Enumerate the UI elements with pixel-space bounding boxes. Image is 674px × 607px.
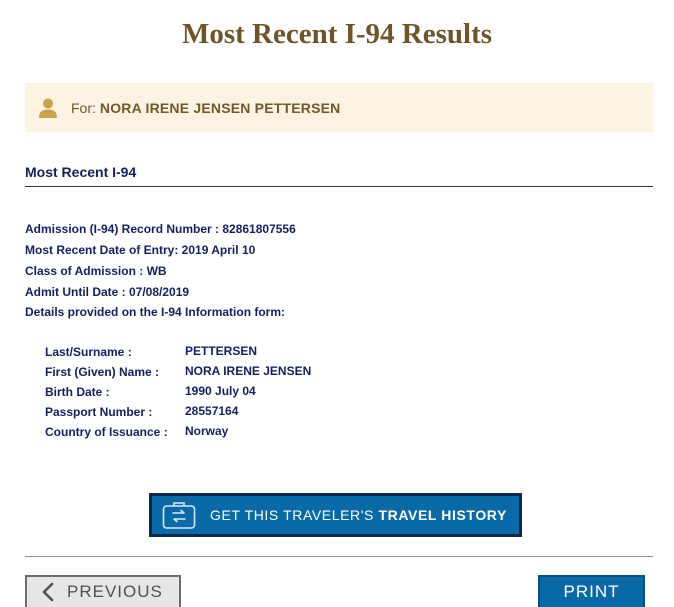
section-divider [25, 186, 653, 187]
traveler-banner: For: NORA IRENE JENSEN PETTERSEN [25, 83, 653, 132]
birth-date-label: Birth Date : [45, 385, 110, 399]
print-button[interactable]: PRINT [538, 575, 645, 607]
record-number-line: Admission (I-94) Record Number : 8286180… [25, 222, 296, 236]
user-icon [39, 98, 57, 118]
chevron-left-icon [42, 582, 54, 602]
admit-until-line: Admit Until Date : 07/08/2019 [25, 285, 190, 299]
given-name-label: First (Given) Name : [45, 365, 160, 379]
travel-history-prefix: GET THIS TRAVELER'S [210, 507, 374, 523]
suitcase-icon [162, 502, 196, 529]
given-name-value: NORA IRENE JENSEN [185, 364, 312, 378]
entry-date-line: Most Recent Date of Entry: 2019 April 10 [25, 243, 256, 257]
previous-button[interactable]: PREVIOUS [25, 575, 181, 607]
travel-history-button[interactable]: GET THIS TRAVELER'S TRAVEL HISTORY [149, 493, 522, 537]
print-label: PRINT [563, 582, 620, 601]
class-of-admission-line: Class of Admission : WB [25, 264, 167, 278]
passport-number-value: 28557164 [185, 404, 239, 418]
footer-divider [25, 556, 653, 557]
previous-label: PREVIOUS [67, 582, 163, 601]
passport-number-label: Passport Number : [45, 405, 153, 419]
surname-label: Last/Surname : [45, 345, 132, 359]
page-title: Most Recent I-94 Results [181, 18, 493, 50]
surname-value: PETTERSEN [185, 344, 258, 358]
travel-history-label: TRAVEL HISTORY [378, 507, 507, 523]
section-heading: Most Recent I-94 [25, 164, 137, 180]
details-intro-line: Details provided on the I-94 Information… [25, 305, 286, 319]
country-of-issuance-label: Country of Issuance : [45, 425, 168, 439]
traveler-name: NORA IRENE JENSEN PETTERSEN [99, 99, 341, 116]
for-label: For: [71, 99, 96, 116]
country-of-issuance-value: Norway [185, 424, 229, 438]
birth-date-value: 1990 July 04 [185, 384, 256, 398]
